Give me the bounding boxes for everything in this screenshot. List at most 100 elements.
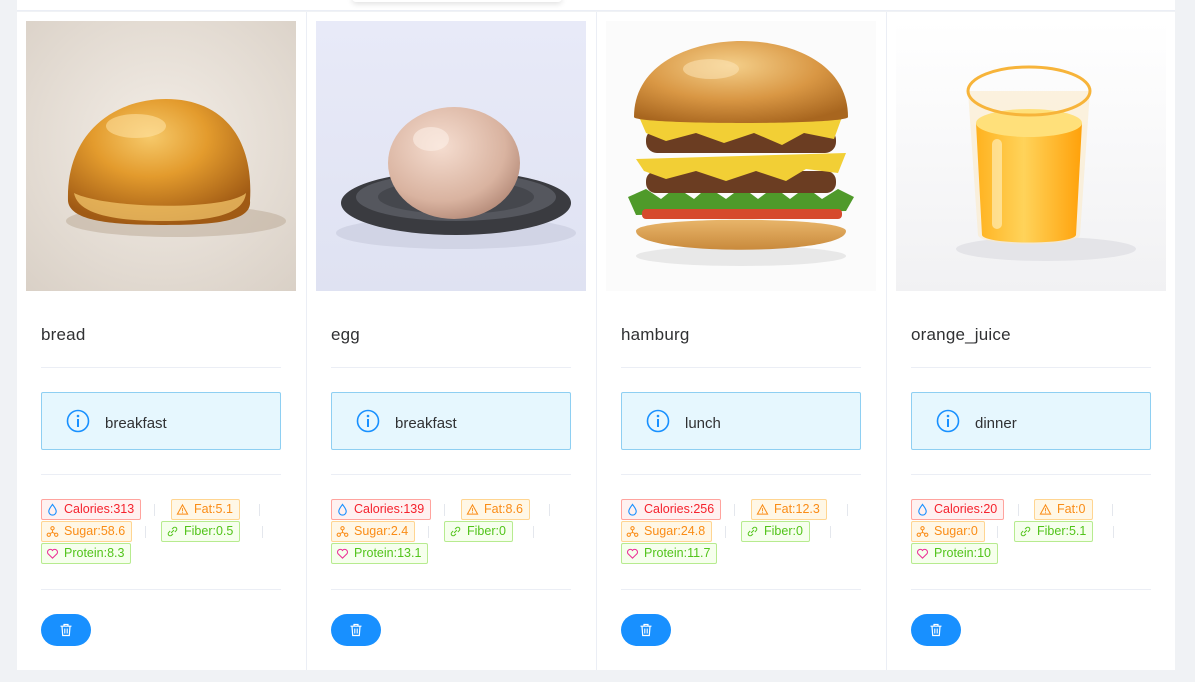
divider — [41, 589, 281, 590]
info-circle-icon — [66, 409, 90, 433]
divider — [331, 589, 571, 590]
calories-value: Calories:139 — [354, 502, 425, 516]
heart-icon — [627, 548, 638, 559]
calories-tag: Calories:20 — [911, 499, 1005, 520]
food-name: egg — [331, 325, 360, 344]
warning-icon — [756, 503, 769, 515]
food-card: orange_juice dinner Calories:20 Fat:0 Su… — [887, 12, 1175, 670]
meal-type-label: breakfast — [105, 415, 167, 432]
sugar-tag: Sugar:0 — [911, 521, 985, 542]
droplet-icon — [628, 503, 637, 516]
tag-separator — [847, 504, 848, 516]
tag-separator — [259, 504, 260, 516]
tag-separator — [145, 526, 146, 538]
fiber-value: Fiber:0 — [467, 524, 506, 538]
link-icon — [747, 526, 758, 537]
meal-type-label: dinner — [975, 415, 1017, 432]
delete-button[interactable] — [911, 614, 961, 646]
sugar-tag: Sugar:58.6 — [41, 521, 133, 542]
meal-type-label: lunch — [685, 415, 721, 432]
divider — [911, 589, 1151, 590]
droplet-icon — [918, 503, 927, 516]
nutrition-tags: Calories:20 Fat:0 Sugar:0 Fiber:5.1 Prot… — [911, 499, 1151, 567]
cluster-icon — [336, 526, 349, 537]
tag-separator — [1112, 504, 1113, 516]
tag-separator — [725, 526, 726, 538]
info-circle-icon — [646, 409, 670, 433]
tag-separator — [428, 526, 429, 538]
delete-button[interactable] — [41, 614, 91, 646]
divider — [331, 474, 571, 475]
fat-tag: Fat:5.1 — [171, 499, 240, 520]
egg-image — [316, 21, 586, 291]
droplet-icon — [48, 503, 57, 516]
bread-image — [26, 21, 296, 291]
food-card-list: bread breakfast Calories:313 Fat:5.1 Sug… — [17, 12, 1175, 670]
tag-separator — [997, 526, 998, 538]
orange-juice-image — [896, 21, 1166, 291]
trash-icon — [60, 623, 72, 637]
tag-separator — [533, 526, 534, 538]
divider — [911, 474, 1151, 475]
fat-value: Fat:0 — [1057, 502, 1086, 516]
fiber-value: Fiber:0.5 — [184, 524, 234, 538]
fiber-value: Fiber:0 — [764, 524, 803, 538]
food-card: egg breakfast Calories:139 Fat:8.6 Sugar… — [307, 12, 597, 670]
fat-tag: Fat:8.6 — [461, 499, 530, 520]
protein-value: Protein:11.7 — [644, 546, 711, 560]
protein-tag: Protein:13.1 — [331, 543, 429, 564]
fat-value: Fat:5.1 — [194, 502, 233, 516]
sugar-tag: Sugar:24.8 — [621, 521, 713, 542]
cluster-icon — [916, 526, 929, 537]
meal-type-label: breakfast — [395, 415, 457, 432]
meal-type-alert: dinner — [911, 392, 1151, 450]
heart-icon — [917, 548, 928, 559]
dropdown-edge — [352, 0, 562, 2]
divider — [621, 367, 861, 368]
calories-value: Calories:313 — [64, 502, 135, 516]
meal-type-alert: lunch — [621, 392, 861, 450]
tag-separator — [262, 526, 263, 538]
divider — [621, 589, 861, 590]
delete-button[interactable] — [331, 614, 381, 646]
delete-button[interactable] — [621, 614, 671, 646]
meal-type-alert: breakfast — [331, 392, 571, 450]
divider — [41, 367, 281, 368]
trash-icon — [640, 623, 652, 637]
trash-icon — [350, 623, 362, 637]
calories-tag: Calories:313 — [41, 499, 142, 520]
nutrition-tags: Calories:256 Fat:12.3 Sugar:24.8 Fiber:0… — [621, 499, 861, 567]
protein-tag: Protein:8.3 — [41, 543, 132, 564]
food-name: orange_juice — [911, 325, 1011, 344]
sugar-value: Sugar:58.6 — [64, 524, 126, 538]
nutrition-tags: Calories:313 Fat:5.1 Sugar:58.6 Fiber:0.… — [41, 499, 281, 567]
fat-value: Fat:12.3 — [774, 502, 820, 516]
trash-icon — [930, 623, 942, 637]
meal-type-alert: breakfast — [41, 392, 281, 450]
tag-separator — [549, 504, 550, 516]
droplet-icon — [338, 503, 347, 516]
warning-icon — [466, 503, 479, 515]
cluster-icon — [46, 526, 59, 537]
link-icon — [1020, 526, 1031, 537]
fiber-value: Fiber:5.1 — [1037, 524, 1087, 538]
link-icon — [167, 526, 178, 537]
fiber-tag: Fiber:5.1 — [1014, 521, 1094, 542]
protein-tag: Protein:10 — [911, 543, 998, 564]
calories-value: Calories:20 — [934, 502, 998, 516]
food-card: bread breakfast Calories:313 Fat:5.1 Sug… — [17, 12, 307, 670]
fiber-tag: Fiber:0 — [741, 521, 810, 542]
tag-separator — [444, 504, 445, 516]
warning-icon — [1039, 503, 1052, 515]
protein-value: Protein:8.3 — [64, 546, 125, 560]
protein-tag: Protein:11.7 — [621, 543, 718, 564]
divider — [331, 367, 571, 368]
fat-tag: Fat:12.3 — [751, 499, 827, 520]
sugar-tag: Sugar:2.4 — [331, 521, 416, 542]
divider — [911, 367, 1151, 368]
hamburger-image — [606, 21, 876, 291]
sugar-value: Sugar:0 — [934, 524, 978, 538]
fiber-tag: Fiber:0.5 — [161, 521, 241, 542]
heart-icon — [47, 548, 58, 559]
warning-icon — [176, 503, 189, 515]
